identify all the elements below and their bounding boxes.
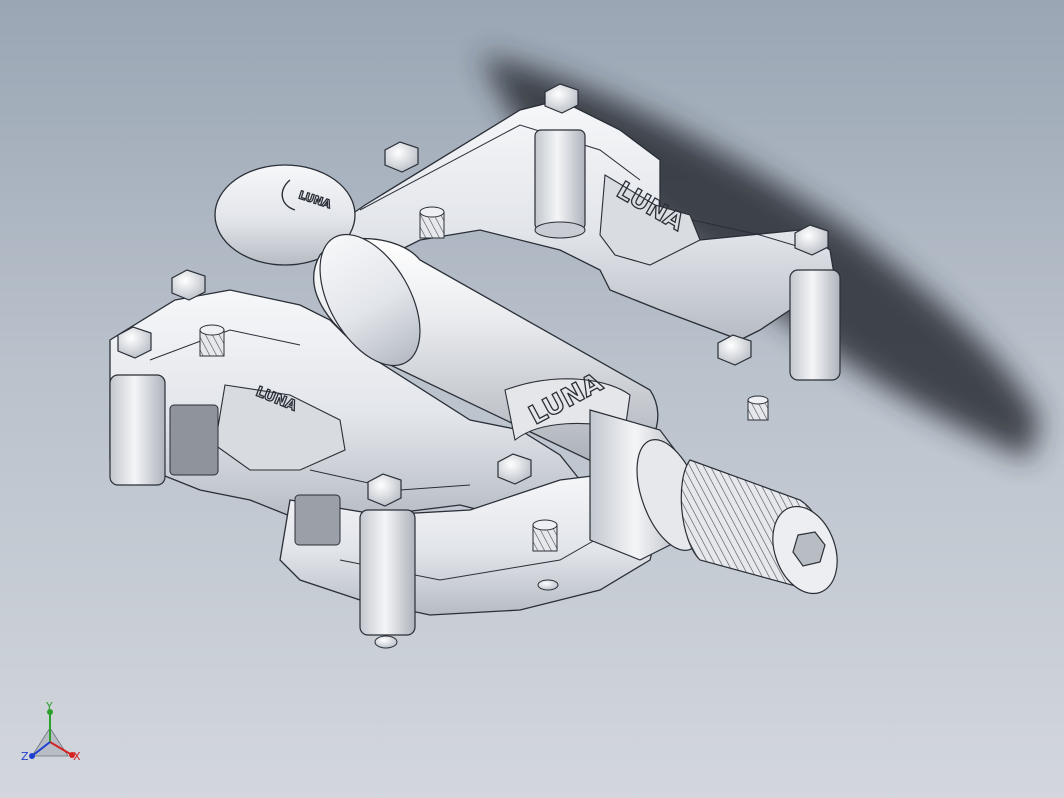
hex-bolt[interactable] xyxy=(537,579,559,591)
hex-bolt[interactable] xyxy=(717,334,752,366)
axle-thread[interactable] xyxy=(680,459,848,603)
pin xyxy=(532,519,558,552)
hex-bolt[interactable] xyxy=(384,141,419,173)
graphics-viewport[interactable]: LUNA LUNA LUNA LUNA Y X Z xyxy=(0,0,1064,798)
pin xyxy=(747,395,769,421)
pin xyxy=(419,206,445,239)
model-canvas[interactable]: LUNA LUNA LUNA LUNA Y X Z xyxy=(0,0,1064,798)
pin xyxy=(199,324,225,357)
triad-y-label: Y xyxy=(45,700,53,713)
triad-x-label: X xyxy=(73,750,81,763)
triad-z-label: Z xyxy=(21,750,29,763)
right-spacer-post xyxy=(789,269,841,381)
rear-spacer-post xyxy=(534,129,586,239)
view-triad[interactable]: Y X Z xyxy=(21,700,81,763)
hex-bolt[interactable] xyxy=(374,635,398,649)
